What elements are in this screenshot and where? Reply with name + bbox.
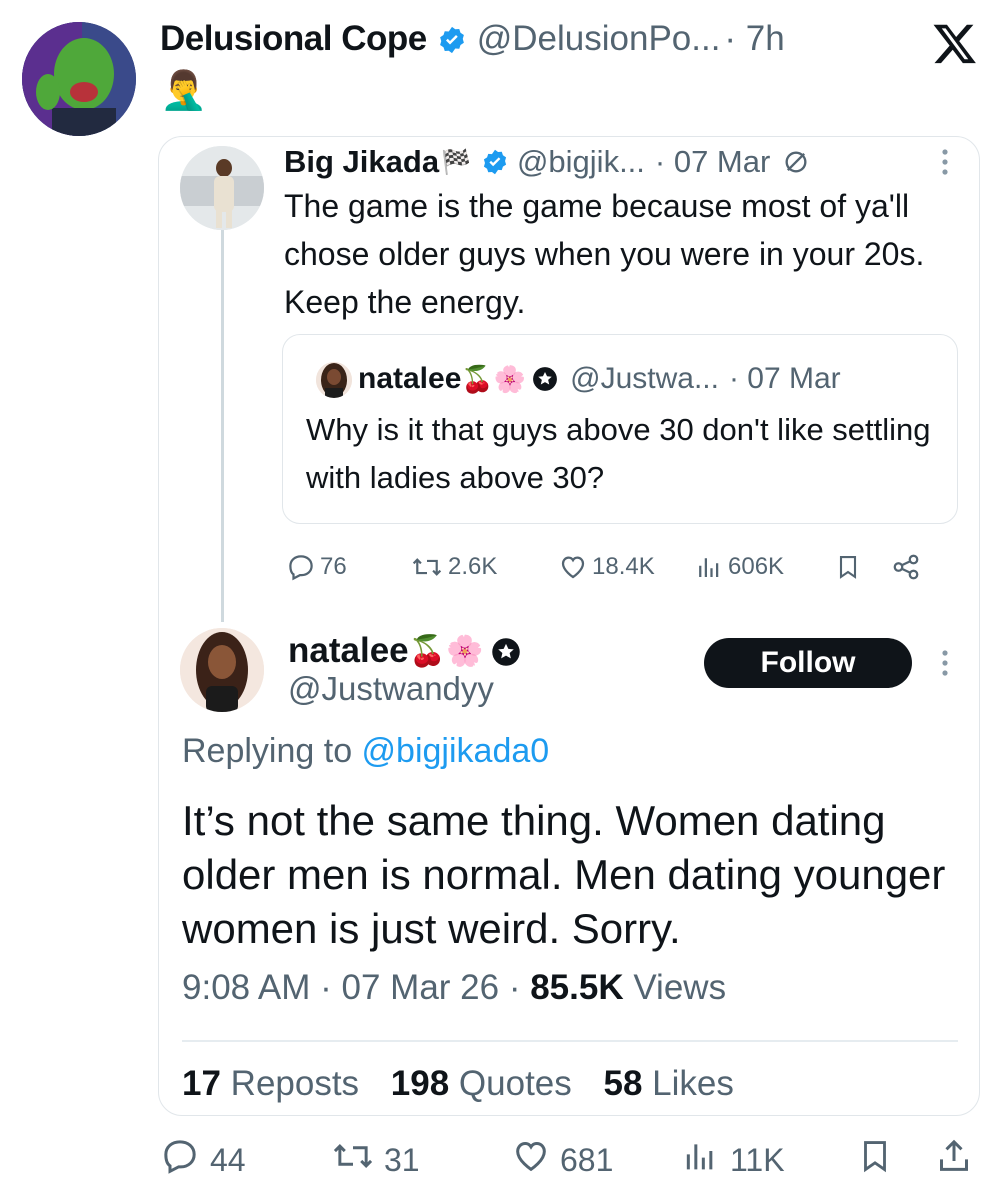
- thread-connector: [221, 226, 224, 622]
- reply-author-avatar[interactable]: [180, 628, 264, 712]
- verified-badge-icon: [481, 148, 509, 176]
- nested-author-handle: @Justwa...: [570, 362, 719, 395]
- star-badge-icon: [532, 366, 558, 392]
- nested-author-name: natalee: [358, 362, 462, 395]
- quoted-author-name[interactable]: Big Jikada: [284, 144, 439, 180]
- divider: [182, 1040, 958, 1042]
- bottom-like-count: 681: [560, 1141, 614, 1178]
- edited-icon: [782, 148, 810, 176]
- reply-meta: 9:08 AM · 07 Mar 26 · 85.5K Views: [182, 968, 726, 1008]
- likes-stat-count: 58: [603, 1064, 643, 1103]
- quoted-date: · 07 Mar: [654, 144, 771, 179]
- likes-stat-label: Likes: [642, 1064, 734, 1103]
- cherry-blossom-emoji: 🍒🌸: [461, 363, 527, 394]
- repost-icon: [410, 552, 444, 582]
- reply-icon: [286, 552, 316, 582]
- quotes-stat[interactable]: 198 Quotes: [391, 1064, 572, 1103]
- nested-header: natalee 🍒🌸 @Justwa... · 07 Mar: [358, 356, 841, 402]
- quoted-author-avatar[interactable]: [180, 146, 264, 230]
- bottom-reply-button[interactable]: 44: [160, 1136, 246, 1184]
- bookmark-icon: [834, 552, 862, 582]
- repost-button[interactable]: 2.6K: [410, 552, 558, 582]
- share-icon: [934, 1135, 974, 1185]
- reply-count: 76: [320, 553, 347, 580]
- views-button[interactable]: 606K: [694, 552, 834, 582]
- nested-text: Why is it that guys above 30 don't like …: [306, 412, 931, 495]
- star-badge-icon: [491, 636, 521, 666]
- repost-count: 2.6K: [448, 553, 498, 580]
- likes-stat[interactable]: 58 Likes: [604, 1064, 734, 1103]
- author-handle[interactable]: @DelusionPo...: [477, 19, 721, 59]
- post-action-bar: 44 31 681 11K: [160, 1136, 980, 1184]
- verified-badge-icon: [437, 24, 467, 54]
- heart-icon: [558, 552, 588, 582]
- engagement-stats: 17 Reposts 198 Quotes 58 Likes: [182, 1064, 756, 1104]
- facepalm-emoji: 🤦‍♂️: [160, 70, 208, 112]
- reply-author-handle[interactable]: @Justwandyy: [288, 670, 494, 708]
- share-icon: [890, 552, 922, 582]
- reply-author-header: natalee 🍒🌸: [288, 626, 521, 676]
- reply-button[interactable]: 76: [286, 552, 410, 582]
- quotes-stat-label: Quotes: [449, 1064, 572, 1103]
- like-button[interactable]: 18.4K: [558, 552, 694, 582]
- replying-to: Replying to @bigjikada0: [182, 732, 549, 771]
- bottom-bookmark-button[interactable]: [856, 1136, 894, 1184]
- post-time: · 7h: [724, 19, 785, 58]
- bookmark-button[interactable]: [834, 552, 890, 582]
- reply-more-icon[interactable]: [930, 644, 960, 682]
- reply-author-name[interactable]: natalee: [288, 631, 409, 671]
- bottom-views-button[interactable]: 11K: [680, 1136, 785, 1184]
- author-avatar[interactable]: [22, 22, 136, 136]
- bottom-like-button[interactable]: 681: [510, 1136, 613, 1184]
- quoted-author-handle[interactable]: @bigjik...: [517, 144, 645, 180]
- cherry-blossom-emoji: 🍒🌸: [408, 634, 484, 668]
- views-total: 85.5K: [530, 968, 624, 1007]
- bottom-share-button[interactable]: [934, 1136, 974, 1184]
- quotes-stat-count: 198: [390, 1064, 450, 1103]
- quoted-action-bar: 76 2.6K 18.4K 606K: [286, 545, 946, 589]
- reply-timestamp[interactable]: 9:08 AM · 07 Mar 26 ·: [182, 968, 530, 1007]
- bottom-views-count: 11K: [730, 1141, 785, 1178]
- quoted-text: The game is the game because most of ya'…: [284, 188, 925, 320]
- reposts-stat[interactable]: 17 Reposts: [182, 1064, 359, 1103]
- nested-date: · 07 Mar: [728, 362, 841, 395]
- bottom-reply-count: 44: [210, 1141, 246, 1178]
- author-header: Delusional Cope @DelusionPo... · 7h: [160, 14, 785, 64]
- views-label: Views: [623, 968, 727, 1007]
- author-name[interactable]: Delusional Cope: [160, 19, 427, 59]
- like-count: 18.4K: [592, 553, 655, 580]
- bookmark-icon: [856, 1135, 894, 1185]
- views-icon: [680, 1136, 720, 1184]
- checkered-flag-emoji: 🏁: [441, 148, 471, 176]
- replying-prefix: Replying to: [182, 732, 362, 770]
- reposts-stat-count: 17: [182, 1064, 221, 1103]
- nested-author-avatar: [316, 362, 352, 398]
- reposts-stat-label: Reposts: [220, 1064, 360, 1103]
- views-count: 606K: [728, 553, 785, 580]
- heart-icon: [510, 1136, 552, 1184]
- reply-text: It’s not the same thing. Women dating ol…: [182, 797, 946, 952]
- replying-to-link[interactable]: @bigjikada0: [362, 732, 550, 770]
- repost-icon: [330, 1136, 376, 1184]
- quoted-more-icon[interactable]: [930, 144, 960, 180]
- x-logo-icon: [932, 20, 978, 66]
- quoted-header: Big Jikada 🏁 @bigjik... · 07 Mar: [284, 138, 810, 186]
- share-button[interactable]: [890, 552, 930, 582]
- reply-icon: [160, 1136, 200, 1184]
- follow-button[interactable]: Follow: [704, 638, 912, 688]
- bottom-repost-count: 31: [384, 1141, 420, 1178]
- bottom-repost-button[interactable]: 31: [330, 1136, 420, 1184]
- views-icon: [694, 552, 724, 582]
